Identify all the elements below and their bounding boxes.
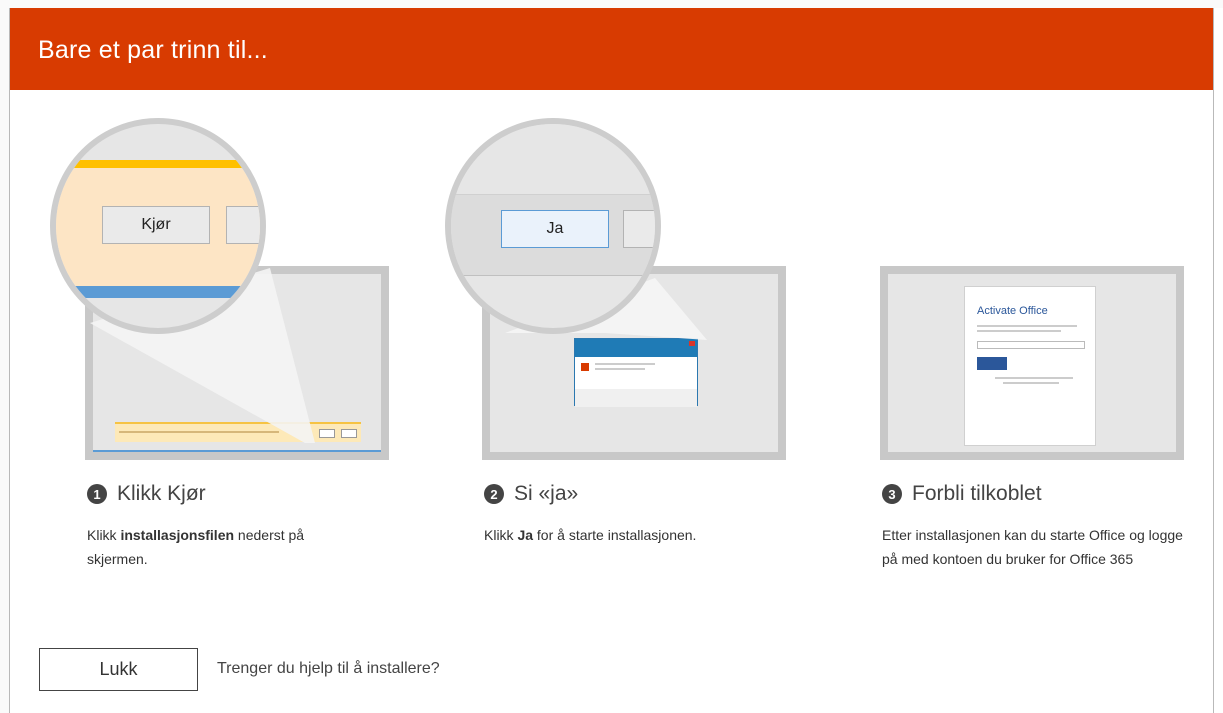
step2-heading: 2 Si «ja» xyxy=(484,482,578,506)
secondary-button-zoomed xyxy=(226,206,260,244)
step2-desc-post: for å starte installasjonen. xyxy=(533,527,697,543)
install-help-link[interactable]: Trenger du hjelp til å installere? xyxy=(217,660,440,678)
step2-desc-pre: Klikk xyxy=(484,527,518,543)
window-edge-top xyxy=(0,0,1223,8)
dialog-title: Bare et par trinn til... xyxy=(38,36,268,64)
activate-office-title: Activate Office xyxy=(977,305,1048,317)
step2-illustration: Ja xyxy=(445,118,786,468)
step3-desc-pre: Etter installasjonen kan du starte Offic… xyxy=(882,527,1183,567)
yes-button-zoomed: Ja xyxy=(501,210,609,248)
step1-description: Klikk installasjonsfilen nederst på skje… xyxy=(87,523,367,571)
step3-screen: Activate Office xyxy=(880,266,1184,460)
step1-illustration: Kjør xyxy=(50,118,390,468)
close-button[interactable]: Lukk xyxy=(39,648,198,691)
step2-desc-bold: Ja xyxy=(517,527,534,543)
step2-title: Si «ja» xyxy=(514,482,579,505)
step1-heading: 1 Klikk Kjør xyxy=(87,482,206,506)
step1-title: Klikk Kjør xyxy=(117,482,206,505)
step2-description: Klikk Ja for å starte installasjonen. xyxy=(484,523,774,547)
step2-zoom-circle: Ja xyxy=(445,118,661,334)
activate-office-window: Activate Office xyxy=(964,286,1096,446)
step3-number-icon: 3 xyxy=(882,484,902,504)
run-button-zoomed: Kjør xyxy=(102,206,210,244)
no-button-zoomed xyxy=(623,210,655,248)
step3-heading: 3 Forbli tilkoblet xyxy=(882,482,1042,506)
install-dialog: Bare et par trinn til... Kjør 1 Klikk Kj… xyxy=(9,8,1214,713)
step1-number-icon: 1 xyxy=(87,484,107,504)
step3-title: Forbli tilkoblet xyxy=(912,482,1042,505)
window-edge-left xyxy=(0,0,9,713)
step1-zoom-circle: Kjør xyxy=(50,118,266,334)
step3-description: Etter installasjonen kan du starte Offic… xyxy=(882,523,1192,571)
dialog-header: Bare et par trinn til... xyxy=(10,8,1213,90)
step2-number-icon: 2 xyxy=(484,484,504,504)
step1-desc-pre: Klikk xyxy=(87,527,121,543)
step1-desc-bold: installasjonsfilen xyxy=(120,527,235,543)
